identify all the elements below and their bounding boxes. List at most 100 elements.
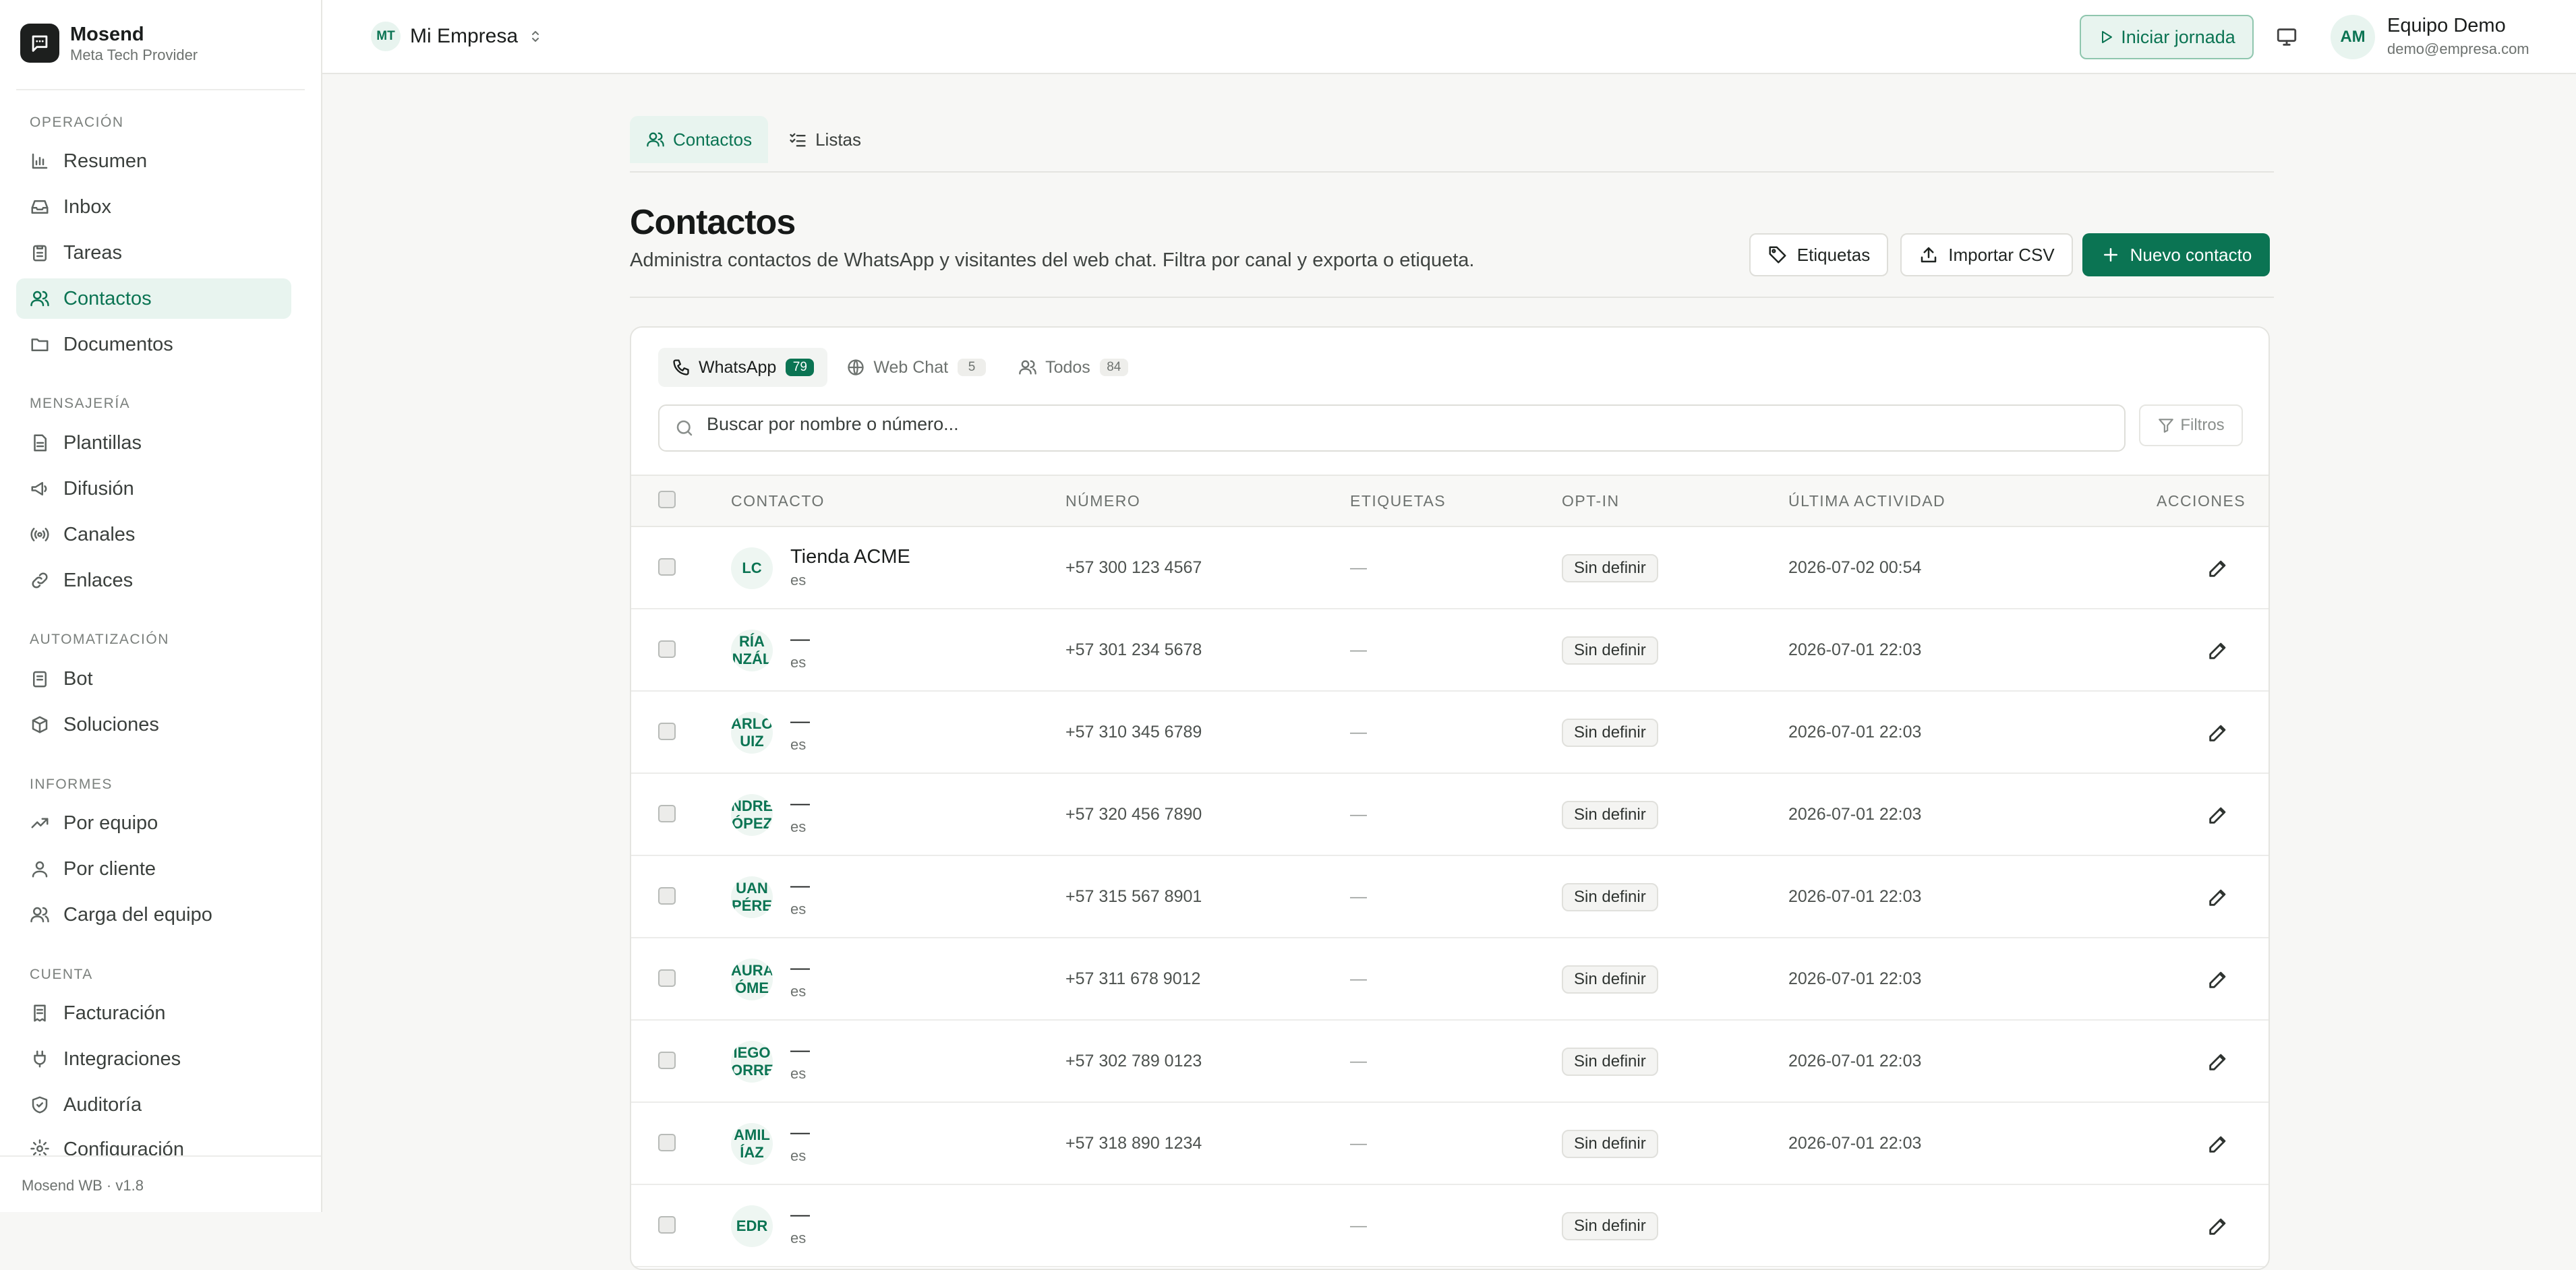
file-icon	[34, 434, 47, 452]
contacts-card: WhatsApp 79 Web Chat 5 Todos 84 Filtros	[630, 326, 2270, 1270]
table-row[interactable]: IEGO ORRE — es +57 302 789 0123 — Sin de…	[631, 1021, 2268, 1103]
sidebar-item-por-equipo[interactable]: Por equipo	[16, 803, 291, 843]
contact-name[interactable]: —	[790, 628, 810, 651]
sidebar-item-integraciones[interactable]: Integraciones	[16, 1039, 291, 1079]
sidebar-item-bot[interactable]: Bot	[16, 659, 291, 699]
edit-pencil-icon[interactable]	[2206, 1132, 2229, 1155]
sidebar-item-soluciones[interactable]: Soluciones	[16, 704, 291, 745]
table-row[interactable]: AMIL ÍAZ — es +57 318 890 1234 — Sin def…	[631, 1103, 2268, 1185]
table-row[interactable]: NDRE ÓPEZ — es +57 320 456 7890 — Sin de…	[631, 774, 2268, 856]
column-header: ACCIONES	[2157, 492, 2246, 510]
contact-name[interactable]: —	[790, 957, 810, 979]
search-input[interactable]	[705, 413, 2057, 435]
sidebar-item-contactos[interactable]: Contactos	[16, 278, 291, 319]
contact-name[interactable]: —	[790, 1122, 810, 1144]
table-row[interactable]: UAN PÉRE — es +57 315 567 8901 — Sin def…	[631, 856, 2268, 938]
contact-language: es	[790, 818, 807, 835]
tab-label: WhatsApp	[699, 357, 777, 377]
contact-tags: —	[1350, 1134, 1367, 1153]
row-checkbox[interactable]	[658, 1052, 676, 1069]
column-header[interactable]: OPT-IN	[1562, 492, 1620, 510]
table-row[interactable]: EDR — es — Sin definir	[631, 1185, 2268, 1267]
row-checkbox[interactable]	[658, 1134, 676, 1151]
avatar-initials: UAN PÉRE	[732, 880, 772, 914]
contact-name[interactable]: —	[790, 1039, 810, 1062]
radio-icon	[30, 528, 49, 541]
contact-name[interactable]: —	[790, 710, 810, 733]
new-contact-button[interactable]: Nuevo contacto	[2082, 233, 2270, 276]
edit-pencil-icon[interactable]	[2206, 804, 2229, 826]
user-avatar[interactable]: AM	[2331, 15, 2375, 59]
table-row[interactable]: RÍA NZÁL — es +57 301 234 5678 — Sin def…	[631, 609, 2268, 692]
tab-todos[interactable]: Todos 84	[1005, 348, 1142, 387]
page-description: Administra contactos de WhatsApp y visit…	[630, 249, 1475, 271]
row-checkbox[interactable]	[658, 1216, 676, 1234]
tab-label: Todos	[1045, 357, 1090, 377]
start-shift-button[interactable]: Iniciar jornada	[2080, 15, 2254, 59]
user-name: Equipo Demo	[2387, 15, 2506, 36]
sidebar: Mosend Meta Tech Provider OPERACIÓN Resu…	[0, 0, 322, 1212]
sidebar-item-resumen[interactable]: Resumen	[16, 141, 291, 181]
sidebar-item-configuracion[interactable]: Configuración	[16, 1130, 291, 1155]
edit-pencil-icon[interactable]	[2206, 1050, 2229, 1073]
import-csv-button[interactable]: Importar CSV	[1900, 233, 2073, 276]
sidebar-item-enlaces[interactable]: Enlaces	[16, 560, 291, 601]
last-activity: 2026-07-01 22:03	[1788, 969, 1922, 988]
row-checkbox[interactable]	[658, 640, 676, 658]
monitor-icon[interactable]	[2275, 26, 2298, 49]
users-icon	[647, 132, 664, 147]
megaphone-icon	[31, 482, 47, 495]
edit-pencil-icon[interactable]	[2206, 639, 2229, 662]
tab-listas[interactable]: Listas	[772, 116, 877, 163]
contact-avatar: IEGO ORRE	[731, 1041, 773, 1083]
row-checkbox[interactable]	[658, 887, 676, 905]
row-checkbox[interactable]	[658, 969, 676, 987]
contact-name[interactable]: —	[790, 875, 810, 897]
column-header[interactable]: ÚLTIMA ACTIVIDAD	[1788, 492, 1945, 510]
sidebar-item-plantillas[interactable]: Plantillas	[16, 423, 291, 463]
edit-pencil-icon[interactable]	[2206, 557, 2229, 580]
sidebar-item-canales[interactable]: Canales	[16, 514, 291, 555]
edit-pencil-icon[interactable]	[2206, 1215, 2229, 1238]
edit-pencil-icon[interactable]	[2206, 886, 2229, 909]
sidebar-item-por-cliente[interactable]: Por cliente	[16, 849, 291, 889]
column-header[interactable]: ETIQUETAS	[1350, 492, 1446, 510]
contact-number: +57 302 789 0123	[1065, 1052, 1202, 1070]
sidebar-item-difusion[interactable]: Difusión	[16, 468, 291, 509]
contact-name[interactable]: —	[790, 1204, 810, 1226]
column-header[interactable]: CONTACTO	[731, 492, 825, 510]
table-row[interactable]: ARLO UIZ — es +57 310 345 6789 — Sin def…	[631, 692, 2268, 774]
labels-button[interactable]: Etiquetas	[1749, 233, 1888, 276]
row-checkbox[interactable]	[658, 805, 676, 822]
user-email: demo@empresa.com	[2387, 40, 2529, 57]
users-icon	[30, 907, 49, 923]
tab-whatsapp[interactable]: WhatsApp 79	[658, 348, 828, 387]
table-row[interactable]: LC Tienda ACME es +57 300 123 4567 — Sin…	[631, 527, 2268, 609]
tab-web-chat[interactable]: Web Chat 5	[833, 348, 999, 387]
link-icon	[32, 572, 48, 588]
edit-pencil-icon[interactable]	[2206, 968, 2229, 991]
select-all-checkbox[interactable]	[658, 491, 676, 508]
column-header[interactable]: NÚMERO	[1065, 492, 1140, 510]
contact-name[interactable]: —	[790, 793, 810, 815]
contact-tags: —	[1350, 1216, 1367, 1235]
sidebar-item-label: Bot	[63, 667, 93, 690]
sidebar-item-tareas[interactable]: Tareas	[16, 233, 291, 273]
brand[interactable]: Mosend Meta Tech Provider	[20, 22, 198, 64]
row-checkbox[interactable]	[658, 558, 676, 576]
org-switcher[interactable]: MT Mi Empresa	[371, 22, 544, 51]
filters-button[interactable]: Filtros	[2139, 404, 2243, 446]
table-row[interactable]: AURA ÓME — es +57 311 678 9012 — Sin def…	[631, 938, 2268, 1021]
tab-contactos[interactable]: Contactos	[630, 116, 769, 163]
sidebar-item-facturacion[interactable]: Facturación	[16, 993, 291, 1033]
sidebar-item-carga-del-equipo[interactable]: Carga del equipo	[16, 895, 291, 935]
sidebar-item-label: Contactos	[63, 287, 152, 309]
edit-pencil-icon[interactable]	[2206, 721, 2229, 744]
sidebar-item-documentos[interactable]: Documentos	[16, 324, 291, 365]
contact-number: +57 300 123 4567	[1065, 558, 1202, 577]
sidebar-item-auditoria[interactable]: Auditoría	[16, 1085, 291, 1125]
row-checkbox[interactable]	[658, 723, 676, 740]
sidebar-item-inbox[interactable]: Inbox	[16, 187, 291, 227]
contact-name[interactable]: Tienda ACME	[790, 546, 910, 568]
chevron-updown-icon	[532, 31, 539, 42]
